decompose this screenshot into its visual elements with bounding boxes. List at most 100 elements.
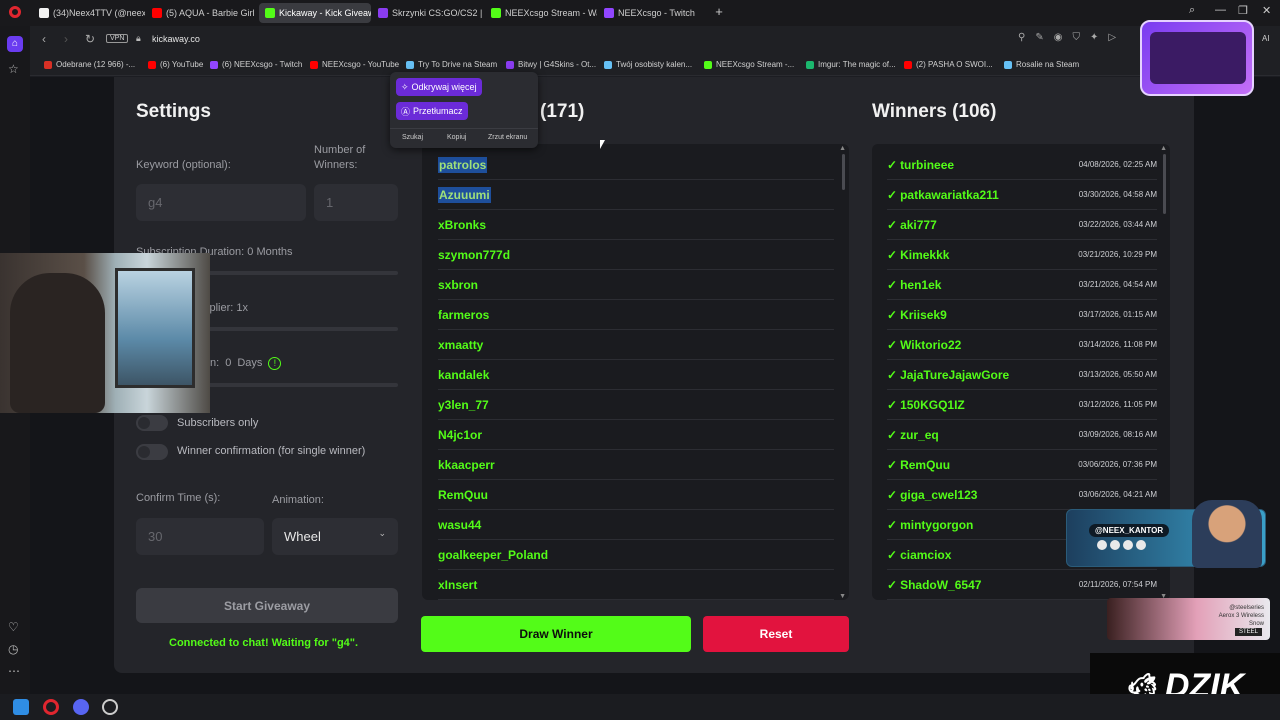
participant-row[interactable]: goalkeeper_Poland [438, 540, 834, 570]
discover-more-button[interactable]: ✧ Odkrywaj więcej [396, 78, 482, 96]
star-icon[interactable]: ☆ [8, 62, 19, 76]
scroll-up-icon[interactable]: ▲ [1160, 145, 1167, 152]
winner-row[interactable]: ✓ Kimekkk 03/21/2026, 10:29 PM [887, 240, 1157, 270]
tab-kickaway[interactable]: Kickaway - Kick Giveaway [259, 3, 371, 23]
ai-button[interactable]: AI [1262, 34, 1270, 43]
keyword-input[interactable]: g4 [136, 184, 306, 221]
bookmark-rosalie[interactable]: Rosalie na Steam [1004, 60, 1079, 69]
url-field[interactable]: kickaway.co [152, 34, 200, 44]
bookmark-calendar[interactable]: Twój osobisty kalen... [604, 60, 692, 69]
winner-row[interactable]: ✓ JajaTureJajawGore 03/13/2026, 05:50 AM [887, 360, 1157, 390]
winners-scrollbar[interactable] [1163, 154, 1166, 214]
screenshot-action[interactable]: Zrzut ekranu [488, 134, 527, 141]
history-icon[interactable]: ◷ [8, 642, 18, 656]
winners-input[interactable]: 1 [314, 184, 398, 221]
kick-icon [265, 8, 275, 18]
camera-icon[interactable]: ◉ [1054, 32, 1063, 43]
info-icon[interactable]: ! [268, 357, 282, 370]
reload-icon[interactable]: ↻ [85, 32, 95, 46]
winner-row[interactable]: ✓ hen1ek 03/21/2026, 04:54 AM [887, 270, 1157, 300]
bookmark-yt-neex[interactable]: NEEXcsgo - YouTube [310, 60, 399, 69]
bookmark-steam-drive[interactable]: Try To Drive na Steam [406, 60, 497, 69]
opera-logo-icon[interactable] [9, 6, 21, 18]
bookmark-twitch[interactable]: (6) NEEXcsgo - Twitch [210, 60, 302, 69]
winner-row[interactable]: ✓ 150KGQ1IZ 03/12/2026, 11:05 PM [887, 390, 1157, 420]
winner-row[interactable]: ✓ Wiktorio22 03/14/2026, 11:08 PM [887, 330, 1157, 360]
close-icon[interactable]: ✕ [1262, 4, 1271, 17]
participant-row[interactable]: kkaacperr [438, 450, 834, 480]
tab-neexcsgo-twitch[interactable]: NEEXcsgo - Twitch [598, 3, 710, 23]
windows-start-icon[interactable] [13, 699, 29, 715]
new-tab-plus-icon[interactable]: + [712, 5, 726, 19]
scroll-up-icon[interactable]: ▲ [839, 145, 846, 152]
participant-row[interactable]: patrolos [438, 150, 834, 180]
opera-taskbar-icon[interactable] [43, 699, 59, 715]
participant-row[interactable]: y3len_77 [438, 390, 834, 420]
discord-icon[interactable] [73, 699, 89, 715]
forward-icon[interactable]: › [64, 32, 68, 46]
translate-button[interactable]: Ⓐ Przetłumacz [396, 102, 468, 120]
copy-action[interactable]: Kopiuj [447, 134, 466, 141]
edit-icon[interactable]: ✎ [1035, 32, 1043, 43]
back-icon[interactable]: ‹ [42, 32, 46, 46]
winner-row[interactable]: ✓ aki777 03/22/2026, 03:44 AM [887, 210, 1157, 240]
participant-row[interactable]: farmeros [438, 300, 834, 330]
tiktok-icon [39, 8, 49, 18]
play-icon[interactable]: ▷ [1108, 32, 1116, 43]
winner-confirmation-toggle[interactable] [136, 444, 168, 460]
bookmark-gmail[interactable]: Odebrane (12 966) -... [44, 60, 135, 69]
participants-scrollbar[interactable] [842, 154, 845, 190]
participant-row[interactable]: RemQuu [438, 480, 834, 510]
animation-select[interactable]: Wheel ⌄ [272, 518, 398, 555]
winner-row[interactable]: ✓ RemQuu 03/06/2026, 07:36 PM [887, 450, 1157, 480]
winner-name: ciamciox [900, 547, 952, 562]
tab-skrzynki[interactable]: Skrzynki CS:GO/CS2 | G4S... [372, 3, 484, 23]
winners-label: Number of Winners: [314, 144, 366, 171]
participant-row[interactable]: sxbron [438, 270, 834, 300]
heart-icon[interactable]: ♡ [8, 620, 19, 634]
winner-entry: ✓ aki777 [887, 218, 937, 232]
maximize-icon[interactable]: ❐ [1238, 4, 1248, 17]
tab-neexcsgo-kick[interactable]: NEEXcsgo Stream - Watch... [485, 3, 597, 23]
tab-neex4ttv[interactable]: (34)Neex4TTV (@neex4tt... [33, 3, 145, 23]
participant-row[interactable]: Azuuumi [438, 180, 834, 210]
bookmark-kick[interactable]: NEEXcsgo Stream -... [704, 60, 794, 69]
scroll-down-icon[interactable]: ▼ [839, 593, 846, 600]
participant-row[interactable]: kandalek [438, 360, 834, 390]
participants-list[interactable]: ▲ ▼ patrolos Azuuumi xBronks szymon777d sxbr… [422, 144, 849, 600]
confirm-time-input[interactable]: 30 [136, 518, 264, 555]
more-icon[interactable]: ⋯ [8, 664, 20, 678]
winner-row[interactable]: ✓ Kriisek9 03/17/2026, 01:15 AM [887, 300, 1157, 330]
participant-row[interactable]: xmaatty [438, 330, 834, 360]
winner-row[interactable]: ✓ patkawariatka211 03/30/2026, 04:58 AM [887, 180, 1157, 210]
bookmark-g4skins[interactable]: Bitwy | G4Skins - Ot... [506, 60, 596, 69]
shield-icon[interactable]: ⛉ [1072, 32, 1080, 43]
draw-winner-button[interactable]: Draw Winner [421, 616, 691, 652]
winner-row[interactable]: ✓ giga_cwel123 03/06/2026, 04:21 AM [887, 480, 1157, 510]
subscribers-only-toggle[interactable] [136, 415, 168, 431]
bookmark-youtube[interactable]: (6) YouTube [148, 60, 203, 69]
participant-row[interactable]: szymon777d [438, 240, 834, 270]
reset-button[interactable]: Reset [703, 616, 849, 652]
tab-aqua[interactable]: (5) AQUA - Barbie Girl [146, 3, 258, 23]
search-tabs-icon[interactable]: ⌕ [1189, 4, 1195, 17]
app-icon[interactable] [102, 699, 118, 715]
zoom-icon[interactable]: ⚲ [1018, 32, 1025, 43]
home-icon[interactable]: ⌂ [7, 36, 23, 52]
address-bar: ‹ › ↻ VPN 🔒︎ kickaway.co ⚲ ✎ ◉ ⛉ ✦ ▷ AI [30, 26, 1280, 54]
lock-icon[interactable]: 🔒︎ [136, 33, 141, 44]
winner-row[interactable]: ✓ turbineee 04/08/2026, 02:25 AM [887, 150, 1157, 180]
minimize-icon[interactable]: — [1215, 4, 1226, 16]
start-giveaway-button[interactable]: Start Giveaway [136, 588, 398, 623]
winner-row[interactable]: ✓ zur_eq 03/09/2026, 08:16 AM [887, 420, 1157, 450]
winner-row[interactable]: ✓ ShadoW_6547 02/11/2026, 07:54 PM [887, 570, 1157, 600]
search-action[interactable]: Szukaj [402, 134, 423, 141]
participant-row[interactable]: N4jc1or [438, 420, 834, 450]
bookmark-pasha[interactable]: (2) PASHA O SWOI... [904, 60, 993, 69]
participant-row[interactable]: wasu44 [438, 510, 834, 540]
bookmark-imgur[interactable]: Imgur: The magic of... [806, 60, 896, 69]
participant-row[interactable]: xInsert [438, 570, 834, 600]
participant-row[interactable]: xBronks [438, 210, 834, 240]
extensions-icon[interactable]: ✦ [1090, 32, 1098, 43]
vpn-badge[interactable]: VPN [106, 34, 129, 43]
